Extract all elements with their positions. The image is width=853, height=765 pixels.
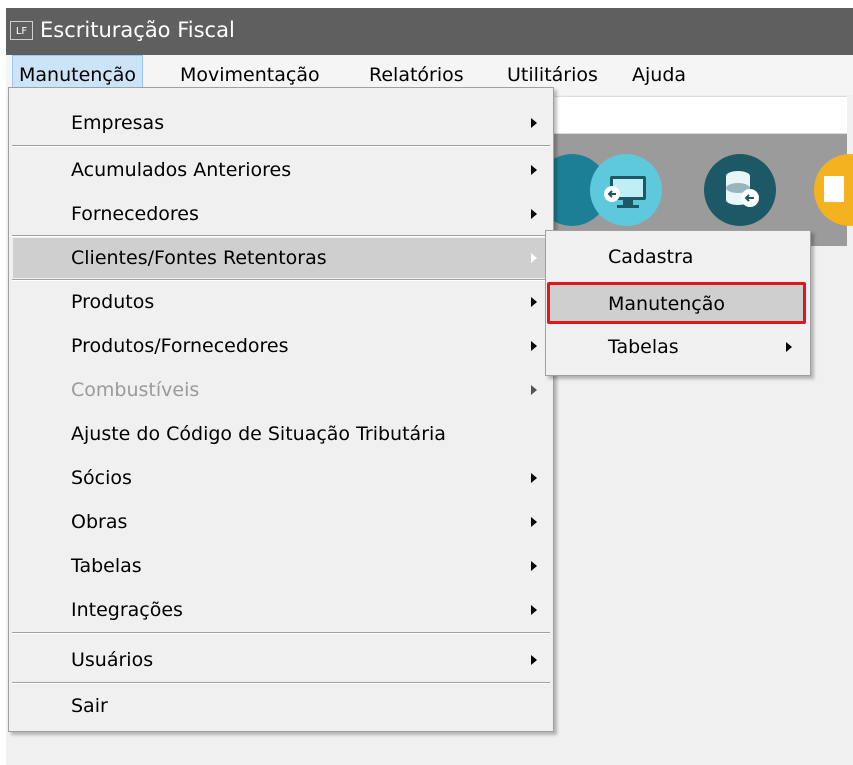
dropdown-menu-manutencao: Empresas Acumulados Anteriores Fornecedo… — [8, 87, 554, 732]
menu-item-integracoes[interactable]: Integrações — [13, 590, 549, 630]
menu-item-ajuste-cst[interactable]: Ajuste do Código de Situação Tributária — [13, 414, 549, 454]
submenu-arrow-icon — [531, 165, 537, 175]
title-bar: LF Escrituração Fiscal — [6, 8, 853, 55]
menu-item-produtos-fornecedores[interactable]: Produtos/Fornecedores — [13, 326, 549, 366]
menu-item-obras[interactable]: Obras — [13, 502, 549, 542]
submenu-item-manutencao[interactable]: Manutenção — [550, 284, 806, 324]
menu-separator — [12, 632, 550, 634]
menu-item-produtos[interactable]: Produtos — [13, 282, 549, 322]
submenu-arrow-icon — [531, 209, 537, 219]
menu-item-socios[interactable]: Sócios — [13, 458, 549, 498]
top-strip — [546, 96, 847, 134]
menu-item-label: Tabelas — [71, 555, 142, 577]
submenu-item-tabelas[interactable]: Tabelas — [550, 327, 806, 367]
submenu-arrow-icon — [531, 385, 537, 395]
app-logo-icon[interactable]: LF — [10, 21, 33, 40]
menu-item-label: Sócios — [71, 467, 132, 489]
menu-item-combustiveis: Combustíveis — [13, 370, 549, 410]
menu-item-label: Empresas — [71, 112, 165, 134]
submenu-arrow-icon — [531, 517, 537, 527]
menu-item-empresas[interactable]: Empresas — [13, 103, 549, 143]
menu-item-sair[interactable]: Sair — [13, 686, 549, 726]
menu-item-label: Integrações — [71, 599, 183, 621]
submenu-clientes-fontes-retentoras: Cadastra Manutenção Tabelas — [545, 230, 811, 376]
menu-item-label: Combustíveis — [71, 379, 200, 401]
menu-separator — [12, 235, 550, 237]
window-title: Escrituração Fiscal — [40, 18, 235, 42]
submenu-arrow-icon — [531, 655, 537, 665]
menu-separator — [12, 279, 550, 281]
submenu-item-label: Tabelas — [608, 336, 679, 358]
menu-separator — [12, 145, 550, 147]
menu-item-label: Fornecedores — [71, 203, 199, 225]
submenu-item-label: Manutenção — [608, 293, 726, 315]
menu-item-tabelas[interactable]: Tabelas — [13, 546, 549, 586]
submenu-arrow-icon — [531, 341, 537, 351]
submenu-arrow-icon — [531, 605, 537, 615]
monitor-back-icon[interactable] — [590, 154, 662, 226]
menu-separator — [12, 682, 550, 684]
menu-item-label: Produtos — [71, 291, 155, 313]
document-icon[interactable] — [814, 154, 853, 226]
submenu-arrow-icon — [531, 473, 537, 483]
database-back-icon[interactable] — [704, 154, 776, 226]
menu-ajuda[interactable]: Ajuda — [626, 55, 692, 95]
menu-item-label: Acumulados Anteriores — [71, 159, 292, 181]
menu-item-label: Ajuste do Código de Situação Tributária — [71, 423, 446, 445]
submenu-arrow-icon — [531, 253, 537, 263]
menu-item-label: Sair — [71, 695, 108, 717]
submenu-arrow-icon — [531, 297, 537, 307]
menu-item-label: Clientes/Fontes Retentoras — [71, 247, 327, 269]
menu-item-clientes-fontes-retentoras[interactable]: Clientes/Fontes Retentoras — [13, 238, 549, 278]
submenu-arrow-icon — [786, 342, 792, 352]
submenu-item-cadastra[interactable]: Cadastra — [550, 237, 806, 277]
menu-item-label: Produtos/Fornecedores — [71, 335, 289, 357]
menu-item-acumulados-anteriores[interactable]: Acumulados Anteriores — [13, 150, 549, 190]
menu-item-label: Obras — [71, 511, 128, 533]
submenu-item-label: Cadastra — [608, 246, 694, 268]
menu-item-fornecedores[interactable]: Fornecedores — [13, 194, 549, 234]
menu-item-label: Usuários — [71, 649, 154, 671]
submenu-arrow-icon — [531, 118, 537, 128]
submenu-arrow-icon — [531, 561, 537, 571]
menu-item-usuarios[interactable]: Usuários — [13, 640, 549, 680]
